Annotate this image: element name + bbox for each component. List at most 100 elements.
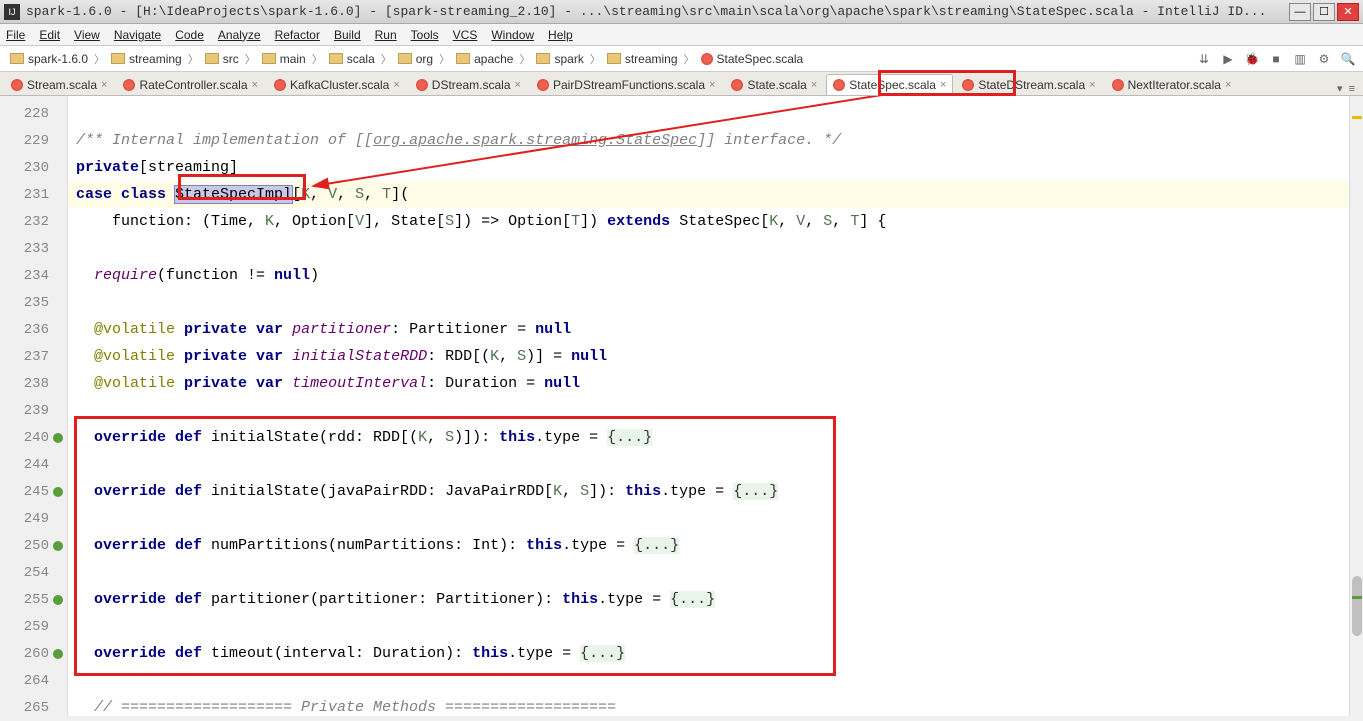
menu-build[interactable]: Build [334,28,361,42]
gutter-line-number[interactable]: 236 [0,316,67,343]
build-icon[interactable]: ▶ [1219,50,1237,68]
tab-label: NextIterator.scala [1128,78,1221,92]
stop-icon[interactable]: ■ [1267,50,1285,68]
menu-run[interactable]: Run [375,28,397,42]
gutter-line-number[interactable]: 255 [0,586,67,613]
menu-window[interactable]: Window [491,28,534,42]
scala-file-icon [731,79,743,91]
code-line: /** Internal implementation of [[org.apa… [68,127,1363,154]
menu-tools[interactable]: Tools [411,28,439,42]
debug-icon[interactable]: 🐞 [1243,50,1261,68]
editor-tab[interactable]: RateController.scala × [116,74,265,95]
gutter-line-number[interactable]: 238 [0,370,67,397]
override-marker-icon[interactable] [53,595,63,605]
menu-view[interactable]: View [74,28,100,42]
override-marker-icon[interactable] [53,487,63,497]
scala-file-icon [123,79,135,91]
editor-tab[interactable]: NextIterator.scala × [1105,74,1239,95]
structure-icon[interactable]: ▥ [1291,50,1309,68]
editor-tab[interactable]: PairDStreamFunctions.scala× [530,74,723,95]
menu-help[interactable]: Help [548,28,573,42]
override-marker-icon[interactable] [53,541,63,551]
code-line [68,559,1363,586]
menu-edit[interactable]: Edit [39,28,60,42]
breadcrumb-item[interactable]: scala [325,50,379,68]
gutter-line-number[interactable]: 239 [0,397,67,424]
gutter-line-number[interactable]: 250 [0,532,67,559]
gutter-line-number[interactable]: 232 [0,208,67,235]
gutter-line-number[interactable]: 244 [0,451,67,478]
tab-close-icon[interactable]: × [515,79,521,91]
folder-icon [329,53,343,64]
window-title: spark-1.6.0 - [H:\IdeaProjects\spark-1.6… [26,4,1287,19]
menu-analyze[interactable]: Analyze [218,28,261,42]
breadcrumb-item[interactable]: StateSpec.scala [697,50,808,68]
breadcrumb-item[interactable]: src [201,50,243,68]
gutter-line-number[interactable]: 231 [0,181,67,208]
editor-tab[interactable]: State.scala× [724,74,824,95]
close-button[interactable]: ✕ [1337,3,1359,21]
override-marker-icon[interactable] [53,649,63,659]
editor-tab[interactable]: StateDStream.scala× [955,74,1102,95]
code-line: // =================== Private Methods =… [68,694,1363,721]
tab-close-icon[interactable]: × [811,79,817,91]
gutter-line-number[interactable]: 264 [0,667,67,694]
menu-code[interactable]: Code [175,28,204,42]
tab-close-icon[interactable]: × [1089,79,1095,91]
gutter-line-number[interactable]: 234 [0,262,67,289]
tab-close-icon[interactable]: × [709,79,715,91]
window-controls: — ☐ ✕ [1287,3,1359,21]
gutter-line-number[interactable]: 260 [0,640,67,667]
gutter-line-number[interactable]: 233 [0,235,67,262]
tab-close-icon[interactable]: × [1225,79,1231,91]
gutter-line-number[interactable]: 265 [0,694,67,721]
breadcrumb-item[interactable]: streaming [107,50,186,68]
breadcrumb-item[interactable]: streaming [603,50,682,68]
tab-label: RateController.scala [139,78,247,92]
gutter-line-number[interactable]: 249 [0,505,67,532]
maximize-button[interactable]: ☐ [1313,3,1335,21]
tabs-dropdown-icon[interactable]: ▾ [1337,82,1343,95]
tab-close-icon[interactable]: × [101,79,107,91]
menu-navigate[interactable]: Navigate [114,28,161,42]
minimize-button[interactable]: — [1289,3,1311,21]
breadcrumb-item[interactable]: apache [452,50,517,68]
editor-tab[interactable]: KafkaCluster.scala× [267,74,407,95]
code-area[interactable]: /** Internal implementation of [[org.apa… [68,96,1363,716]
menu-file[interactable]: File [6,28,25,42]
editor-tab[interactable]: StateSpec.scala× [826,74,953,95]
editor-tab[interactable]: Stream.scala × [4,74,114,95]
title-bar: IJ spark-1.6.0 - [H:\IdeaProjects\spark-… [0,0,1363,24]
settings-icon[interactable]: ⚙ [1315,50,1333,68]
tab-close-icon[interactable]: × [940,79,946,91]
sync-icon[interactable]: ⇊ [1195,50,1213,68]
menu-vcs[interactable]: VCS [453,28,478,42]
gutter-line-number[interactable]: 240 [0,424,67,451]
gutter-line-number[interactable]: 230 [0,154,67,181]
gutter-line-number[interactable]: 229 [0,127,67,154]
tab-label: Stream.scala [27,78,97,92]
code-line [68,100,1363,127]
gutter-line-number[interactable]: 228 [0,100,67,127]
search-icon[interactable]: 🔍 [1339,50,1357,68]
override-marker-icon[interactable] [53,433,63,443]
tab-close-icon[interactable]: × [393,79,399,91]
code-line: @volatile private var initialStateRDD: R… [68,343,1363,370]
breadcrumb-item[interactable]: spark [532,50,587,68]
menu-refactor[interactable]: Refactor [275,28,320,42]
gutter-line-number[interactable]: 254 [0,559,67,586]
breadcrumb-separator-icon: 〉 [94,51,105,67]
scrollbar-thumb[interactable] [1352,576,1362,636]
breadcrumb-item[interactable]: org [394,50,437,68]
gutter-line-number[interactable]: 237 [0,343,67,370]
code-line: require(function != null) [68,262,1363,289]
vertical-scrollbar[interactable] [1349,96,1363,716]
editor-tab[interactable]: DStream.scala× [409,74,528,95]
breadcrumb-item[interactable]: main [258,50,310,68]
gutter-line-number[interactable]: 235 [0,289,67,316]
gutter-line-number[interactable]: 245 [0,478,67,505]
gutter-line-number[interactable]: 259 [0,613,67,640]
breadcrumb-item[interactable]: spark-1.6.0 [6,50,92,68]
tabs-list-icon[interactable]: ≡ [1349,83,1355,95]
tab-close-icon[interactable]: × [252,79,258,91]
